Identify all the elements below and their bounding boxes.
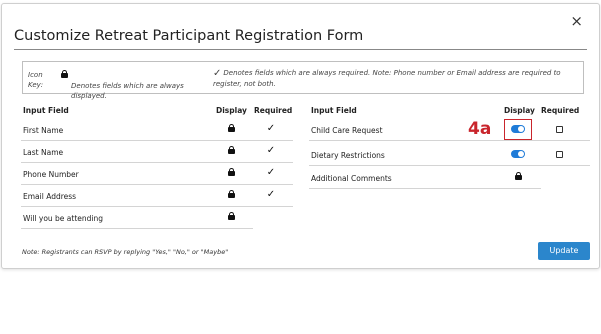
lock-icon — [227, 124, 235, 132]
table-row: Last Name ✓ — [21, 141, 293, 163]
row-label: First Name — [23, 126, 64, 135]
row-label: Phone Number — [23, 170, 79, 179]
rsvp-note: Note: Registrants can RSVP by replying "… — [22, 248, 229, 256]
right-header-display: Display — [504, 106, 535, 115]
table-row: Phone Number ✓ — [21, 163, 293, 185]
lock-icon — [227, 146, 235, 154]
table-row: First Name ✓ — [21, 119, 293, 141]
lock-icon — [227, 190, 235, 198]
dietary-required-checkbox[interactable] — [555, 150, 563, 158]
left-header-required: Required — [254, 106, 293, 115]
table-row: Dietary Restrictions — [309, 144, 590, 166]
checkmark-icon: ✓ — [213, 68, 222, 79]
icon-key-lock: Denotes fields which are always displaye… — [61, 70, 212, 101]
table-row: Email Address ✓ — [21, 185, 293, 207]
icon-key-lock-text: Denotes fields which are always displaye… — [71, 82, 184, 100]
callout-highlight-box — [504, 119, 532, 140]
row-label: Last Name — [23, 148, 64, 157]
close-button[interactable]: × — [570, 14, 583, 29]
table-row: Additional Comments — [309, 167, 541, 189]
update-button[interactable]: Update — [538, 242, 590, 260]
lock-icon — [514, 172, 522, 180]
title-divider — [14, 49, 587, 50]
checkmark-icon: ✓ — [266, 145, 276, 156]
icon-key: Icon Key: Denotes fields which are alway… — [22, 61, 584, 100]
row-label: Additional Comments — [311, 174, 392, 183]
icon-key-check: ✓ Denotes fields which are always require… — [213, 68, 583, 89]
checkmark-icon: ✓ — [266, 167, 276, 178]
lock-icon — [61, 70, 68, 78]
table-row: Will you be attending — [21, 207, 253, 229]
checkmark-icon: ✓ — [266, 189, 276, 200]
row-label: Will you be attending — [23, 214, 104, 223]
child-care-required-checkbox[interactable] — [555, 125, 563, 133]
row-label: Child Care Request — [311, 126, 383, 135]
checkmark-icon: ✓ — [266, 123, 276, 134]
lock-icon — [227, 168, 235, 176]
customize-form-modal: Customize Retreat Participant Registrati… — [1, 3, 600, 269]
callout-label: 4a — [468, 119, 492, 139]
row-label: Dietary Restrictions — [311, 151, 385, 160]
icon-key-check-text: Denotes fields which are always required… — [213, 69, 561, 88]
right-header-field: Input Field — [311, 106, 357, 115]
table-row: Child Care Request — [309, 119, 590, 141]
right-header-required: Required — [541, 106, 580, 115]
dietary-display-toggle[interactable] — [511, 150, 525, 158]
left-header-field: Input Field — [23, 106, 69, 115]
left-header-display: Display — [216, 106, 247, 115]
lock-icon — [227, 212, 235, 220]
row-label: Email Address — [23, 192, 77, 201]
modal-title: Customize Retreat Participant Registrati… — [14, 28, 364, 44]
icon-key-label: Icon Key: — [28, 71, 44, 89]
